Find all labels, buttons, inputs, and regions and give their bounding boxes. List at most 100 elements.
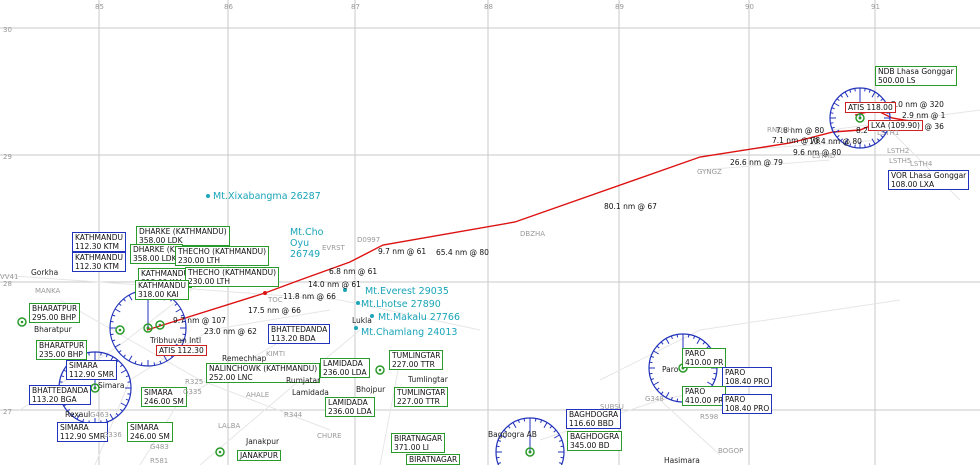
navaid-frequency-box[interactable]: NDB Lhasa Gonggar 500.00 LS [875,66,957,86]
route-leg-label: 65.4 nm @ 80 [436,248,489,257]
baghdogra-vor-rose-tick [558,462,563,465]
navaid-frequency-box[interactable]: PARO 410.00 PR [682,386,727,406]
flight-route [146,125,871,331]
kathmandu-vor-rose-tick [174,303,178,306]
ndb-marker-center-4 [158,323,162,327]
fix-label: G483 [150,443,169,451]
paro-vor-rose-tick [711,378,716,381]
navaid-frequency-box[interactable]: SIMARA 112.90 SMR [57,422,109,442]
lhasa-vor-rose-tick [833,102,840,107]
lhasa-vor-rose-tick [864,144,866,148]
navaid-frequency-box[interactable]: BAGHDOGRA 345.00 BD [567,431,623,451]
navaid-frequency-box[interactable]: SIMARA 246.00 SM [127,422,173,442]
navaid-frequency-box[interactable]: TUMLINGTAR 227.00 TTR [389,350,444,370]
simara-vor-rose-tick [100,352,102,356]
paro-vor-rose-tick [713,372,717,375]
baghdogra-vor-rose-tick [497,462,502,465]
peak-label: Mt.Chamlang 24013 [361,327,458,338]
simara-vor-rose-tick [120,402,127,407]
route-leg-label: 3.0 nm @ 320 [891,100,944,109]
paro-vor-rose-tick [649,372,653,375]
grid-lat-label: 28 [3,280,12,288]
navaid-frequency-box[interactable]: SIMARA 112.90 SMR [66,360,118,380]
baghdogra-vor-rose-tick [540,419,543,424]
lhasa-vor-rose-tick [868,143,871,147]
simara-vor-rose-station-center [93,386,97,390]
kathmandu-vor-rose-tick [123,354,126,358]
kathmandu-vor-rose-tick [153,362,156,366]
navaid-frequency-box[interactable]: THECHO (KATHMANDU) 230.00 LTH [185,267,280,287]
navaid-frequency-box[interactable]: PARO 108.40 PRO [722,367,773,387]
navaid-frequency-box[interactable]: LAMIDADA 236.00 LDA [325,397,375,417]
navaid-frequency-box[interactable]: ATIS 118.00 [845,102,896,113]
navaid-frequency-box[interactable]: BHARATPUR 295.00 BHP [29,303,81,323]
fix-label: LSTH5 [889,157,912,165]
simara-vor-rose-tick [109,413,114,420]
navaid-frequency-box[interactable]: SIMARA 246.00 SM [141,387,187,407]
fix-label: CHURE [317,432,342,440]
navaid-frequency-box[interactable]: TUMLINGTAR 227.00 TTR [394,387,449,407]
navaid-frequency-box[interactable]: KATHMANDU 112.30 KTM [72,252,127,272]
navaid-frequency-box[interactable]: ATIS 112.30 [156,345,207,356]
town-label: Tumlingtar [408,375,448,384]
lhasa-vor-rose-tick [840,94,844,98]
navaid-frequency-box[interactable]: VOR Lhasa Gonggar 108.00 LXA [888,170,970,190]
route-leg-label: 11.8 nm @ 66 [283,292,336,301]
fix-label: RNOCH [767,126,793,134]
airway-8 [659,399,721,456]
lhasa-vor-rose-tick [880,98,884,102]
baghdogra-vor-rose-tick [496,445,500,448]
navaid-frequency-box[interactable]: BIRATNAGAR 371.00 LI [391,433,446,453]
lhasa-vor-rose-tick [854,88,856,92]
lhasa-vor-rose-tick [849,89,852,93]
navaid-frequency-box[interactable]: LAMIDADA 236.00 LDA [320,358,370,378]
fix-label: D0997 [357,236,381,244]
navaid-frequency-box[interactable]: BAGHDOGRA 116.60 BBD [566,409,622,429]
fix-label: LALBA [218,422,241,430]
navaid-frequency-box[interactable]: BHATTEDANDA 113.20 BGA [29,385,92,405]
peak-marker-5 [354,326,358,330]
grid-lat-label: 30 [3,26,12,34]
navaid-frequency-box[interactable]: PARO 410.00 PR [682,348,727,368]
simara-vor-rose-tick [127,381,131,383]
navaid-frequency-box[interactable]: BHARATPUR 235.00 BHP [36,340,88,360]
simara-vor-rose-tick [59,381,63,383]
peak-label: Mt.Lhotse 27890 [361,299,441,310]
navaid-frequency-box[interactable]: BHATTEDANDA 113.20 BDA [268,324,331,344]
navaid-frequency-box[interactable]: PARO 108.40 PRO [722,394,773,414]
kathmandu-vor-rose-station-center [146,326,150,330]
lhasa-vor-rose-tick [876,94,880,98]
navaid-frequency-box[interactable]: THECHO (KATHMANDU) 230.00 LTH [175,246,270,266]
baghdogra-vor-rose-tick [496,456,500,459]
kathmandu-vor-rose-tick [118,303,122,306]
town-label: Gorkha [31,268,59,277]
kathmandu-vor-rose-tick [114,308,121,313]
town-label: Lukla [352,316,372,325]
fix-label: G336 [103,431,122,439]
grid-lon-label: 89 [615,3,624,11]
navaid-frequency-box[interactable]: KATHMANDU318.00 KAI [135,280,190,300]
ndb-marker-center-3 [118,328,122,332]
navaid-frequency-box[interactable]: KATHMANDU 112.30 KTM [72,232,127,252]
route-leg-label: 8.2 [856,126,868,135]
navigation-map[interactable]: 85 86 87 88 89 90 91 30 29 28 27 80.1 nm @ 67 65.4 n… [0,0,980,465]
fix-label: R598 [700,413,719,421]
fix-label: DBZHA [520,230,546,238]
route-leg-label: 14.0 nm @ 61 [308,280,361,289]
baghdogra-vor-rose-tick [507,425,511,429]
route-leg-label: 26.6 nm @ 79 [730,158,783,167]
fix-label: MANKA [35,287,61,295]
fix-label: R581 [150,457,169,465]
fix-label: LSTH2 [887,147,910,155]
navaid-frequency-box[interactable]: JANAKPUR [237,450,282,461]
town-label: Simara [98,381,125,390]
ndb-marker-center-1 [378,368,382,372]
paro-vor-rose-tick [656,387,660,391]
kathmandu-vor-rose-tick [128,355,133,362]
baghdogra-vor-rose-tick [512,422,517,429]
navaid-frequency-box[interactable]: DHARKE (KATHMANDU) 358.00 LDK [136,226,230,246]
grid-lon-label: 88 [484,3,493,11]
navaid-frequency-box[interactable]: BIRATNAGAR [406,454,461,465]
grid-lon-label: 90 [745,3,754,11]
town-label: Hasimara [664,456,700,465]
